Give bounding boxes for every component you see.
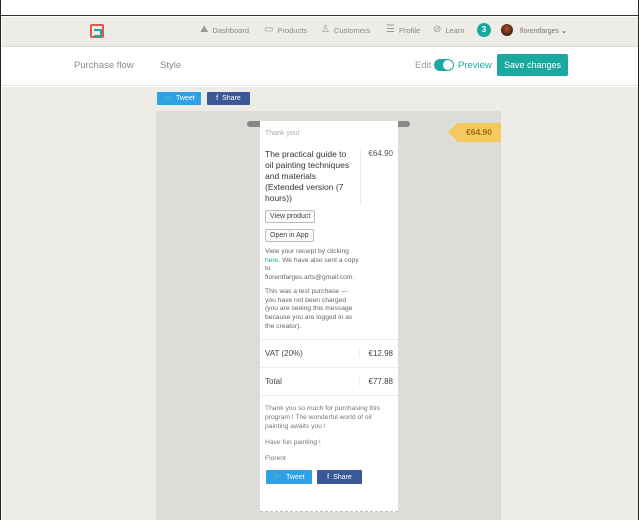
test-purchase-note: This was a test purchase — you have not … xyxy=(265,287,353,330)
open-in-app-button[interactable]: Open in App xyxy=(265,229,314,242)
total-row: Total €77.88 xyxy=(265,368,393,395)
username: florentfarges xyxy=(520,28,559,35)
preview-label[interactable]: Preview xyxy=(458,60,492,71)
product-price: €64.90 xyxy=(368,149,393,158)
closing-message: Thank you so much for purchasing this pr… xyxy=(265,405,380,463)
vat-value: €12.98 xyxy=(359,349,393,359)
tweet-button[interactable]: 🐦 Tweet xyxy=(157,92,201,105)
preview-canvas: 🐦 Tweet f Share €64.90 Thank you! The pr… xyxy=(2,87,638,520)
view-product-button[interactable]: View product xyxy=(265,210,316,223)
receipt-link[interactable]: here xyxy=(265,257,278,264)
tab-purchase-flow[interactable]: Purchase flow xyxy=(74,60,134,71)
tab-style[interactable]: Style xyxy=(160,60,181,71)
learn-count-badge[interactable]: 3 xyxy=(477,23,491,37)
dashboard-icon: ⛰ xyxy=(200,24,209,35)
price-tag: €64.90 xyxy=(448,123,501,142)
facebook-share-button[interactable]: f Share xyxy=(207,92,250,105)
customers-icon: ♙ xyxy=(321,24,330,35)
nav-dashboard[interactable]: ⛰ Dashboard xyxy=(200,25,249,35)
compass-icon: ⊘ xyxy=(433,24,442,35)
product-name: The practical guide to oil painting tech… xyxy=(265,149,361,204)
receipt-share-button[interactable]: f Share xyxy=(317,470,362,485)
receipt-info: View your receipt by clicking here. We h… xyxy=(265,248,359,282)
nav-profile[interactable]: ☰ Profile xyxy=(386,25,420,35)
user-menu[interactable]: florentfarges ⌄ xyxy=(520,26,568,35)
vat-row: VAT (20%) €12.98 xyxy=(265,340,393,367)
receipt-tweet-button[interactable]: 🐦 Tweet xyxy=(266,470,312,485)
divider xyxy=(260,395,398,397)
product-row: The practical guide to oil painting tech… xyxy=(265,149,393,204)
chevron-down-icon: ⌄ xyxy=(560,26,568,35)
save-changes-button[interactable]: Save changes xyxy=(497,54,568,76)
nav-products[interactable]: ▭ Products xyxy=(264,25,307,35)
top-navbar: ⛰ Dashboard ▭ Products ♙ Customers ☰ Pro… xyxy=(2,17,638,47)
editor-toolbar: Purchase flow Style Edit Preview Save ch… xyxy=(2,48,638,86)
app-window: ⛰ Dashboard ▭ Products ♙ Customers ☰ Pro… xyxy=(0,0,639,520)
facebook-icon: f xyxy=(327,473,330,481)
profile-icon: ☰ xyxy=(386,24,395,35)
nav-learn[interactable]: ⊘ Learn xyxy=(433,25,465,35)
total-value: €77.88 xyxy=(359,377,393,387)
twitter-icon: 🐦 xyxy=(163,95,173,103)
vat-label: VAT (20%) xyxy=(265,349,303,359)
nav-customers[interactable]: ♙ Customers xyxy=(321,25,370,35)
receipt-share-row: 🐦 Tweet f Share xyxy=(265,470,393,486)
edit-preview-toggle[interactable] xyxy=(434,59,454,71)
logo-icon[interactable] xyxy=(90,24,104,38)
thank-you-heading: Thank you! xyxy=(265,130,300,137)
edit-label[interactable]: Edit xyxy=(415,60,431,71)
avatar[interactable] xyxy=(501,24,513,36)
twitter-icon: 🐦 xyxy=(273,474,283,482)
receipt-preview-panel: €64.90 Thank you! The practical guide to… xyxy=(156,111,501,520)
facebook-icon: f xyxy=(216,95,219,102)
receipt-card: Thank you! The practical guide to oil pa… xyxy=(260,121,398,512)
top-strip xyxy=(1,0,638,16)
total-label: Total xyxy=(265,377,282,387)
products-icon: ▭ xyxy=(264,24,274,35)
